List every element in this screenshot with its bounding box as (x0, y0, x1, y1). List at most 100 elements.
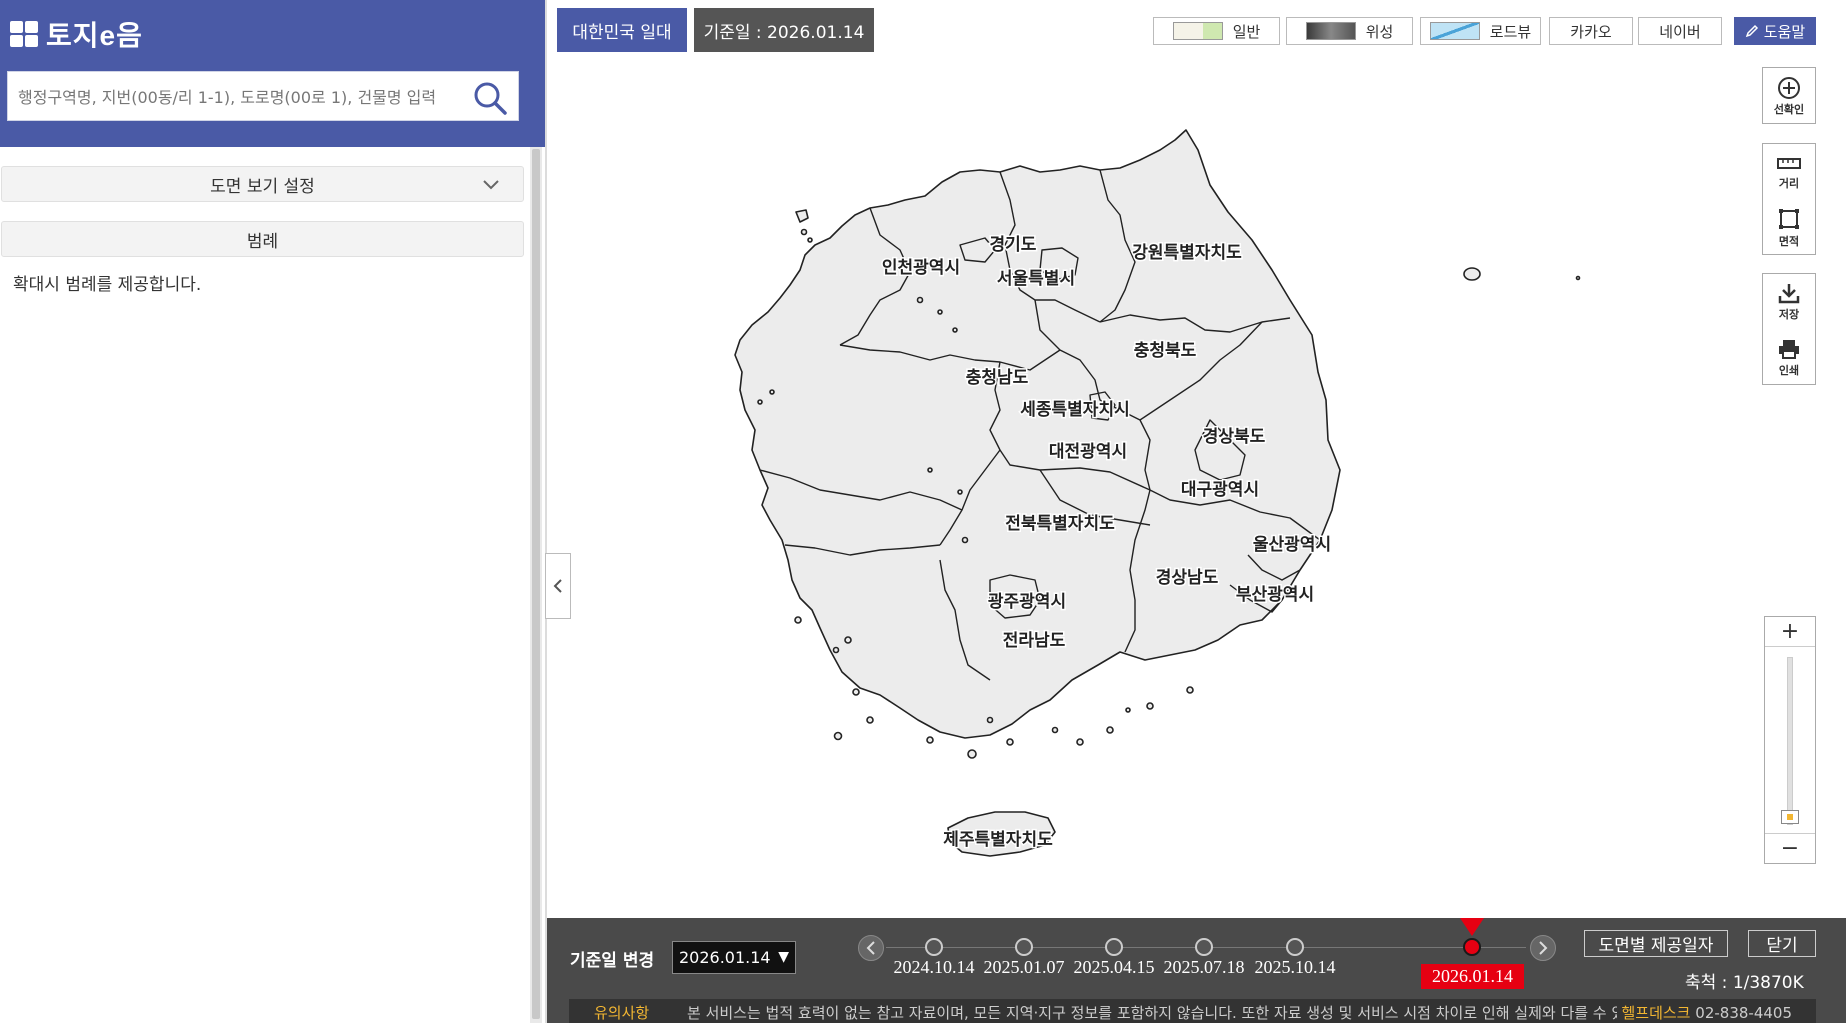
region-label[interactable]: 경상남도 (1154, 567, 1220, 590)
region-label[interactable]: 대구광역시 (1179, 479, 1260, 502)
timeline-dot[interactable] (1015, 938, 1033, 956)
search-button[interactable] (472, 80, 508, 116)
notice-bar: 유의사항 본 서비스는 법적 효력이 없는 참고 자료이며, 모든 지역·지구 … (569, 999, 1816, 1023)
ulleungdo-shape (1463, 267, 1481, 281)
roadview-map-thumb-icon (1429, 22, 1480, 40)
zoom-slider-track[interactable] (1787, 657, 1793, 825)
save-label: 저장 (1778, 308, 1800, 321)
timeline-dot[interactable] (1195, 938, 1213, 956)
view-settings-accordion[interactable]: 도면 보기 설정 (1, 166, 524, 202)
timeline-date[interactable]: 2024.10.14 (884, 957, 984, 978)
zoom-out-button[interactable]: − (1765, 833, 1815, 863)
measure-tool-group: 거리 면적 (1762, 143, 1816, 255)
scale-readout: 축척 : 1/3870K (1685, 973, 1804, 993)
save-tool[interactable]: 저장 (1763, 274, 1815, 330)
zoom-control: + − (1764, 616, 1816, 864)
helpdesk-contact[interactable]: 헬프데스크 02-838-4405 (1617, 1002, 1792, 1023)
left-panel: 토지e음 도면 보기 설정 범례 확대시 범례를 제공합니다. (0, 0, 545, 1023)
help-button[interactable]: 도움말 (1734, 17, 1816, 45)
chevron-left-icon (866, 941, 875, 955)
search-box (7, 71, 519, 121)
dokdo-shape (1575, 275, 1581, 281)
area-label: 면적 (1778, 235, 1800, 248)
chevron-left-icon (553, 579, 562, 593)
region-label[interactable]: 부산광역시 (1234, 584, 1315, 607)
legend-header[interactable]: 범례 (1, 221, 524, 257)
logo-mark-icon (10, 21, 38, 47)
region-label[interactable]: 경상북도 (1201, 426, 1267, 449)
chevron-down-icon (483, 180, 499, 190)
print-tool[interactable]: 인쇄 (1763, 330, 1815, 386)
timeline-date-active[interactable]: 2026.01.14 (1421, 964, 1524, 989)
pencil-icon (1745, 24, 1758, 38)
region-label[interactable]: 대전광역시 (1047, 441, 1128, 464)
help-label: 도움말 (1763, 22, 1806, 41)
timeline-date[interactable]: 2025.01.07 (974, 957, 1074, 978)
date-select[interactable]: 2026.01.14 ▼ (672, 941, 796, 974)
maptype-naver-button[interactable]: 네이버 (1638, 17, 1722, 45)
logo-text: 토지e음 (46, 20, 143, 51)
app-root: 토지e음 도면 보기 설정 범례 확대시 범례를 제공합니다. (0, 0, 1846, 1023)
helpdesk-number: 02-838-4405 (1695, 1004, 1792, 1022)
region-label[interactable]: 울산광역시 (1251, 534, 1332, 557)
region-label[interactable]: 서울특별시 (995, 268, 1076, 291)
timeline-dot[interactable] (1286, 938, 1304, 956)
close-button[interactable]: 닫기 (1748, 930, 1816, 957)
timeline-prev-button[interactable] (858, 935, 884, 961)
panel-scrollbar[interactable] (530, 147, 542, 1023)
region-label[interactable]: 제주특별자치도 (942, 829, 1055, 852)
notice-title: 유의사항 (594, 1004, 650, 1022)
maptype-basic-button[interactable]: 일반 (1153, 17, 1280, 45)
region-label[interactable]: 전북특별자치도 (1004, 513, 1117, 536)
scrollbar-thumb[interactable] (532, 149, 540, 1019)
region-label[interactable]: 세종특별자치시 (1019, 399, 1131, 422)
timeline-next-button[interactable] (1530, 935, 1556, 961)
collapse-panel-button[interactable] (545, 553, 571, 619)
line-check-label: 선확인 (1773, 102, 1805, 116)
area-tool[interactable]: 면적 (1763, 200, 1815, 256)
search-input[interactable] (18, 82, 468, 112)
region-label[interactable]: 강원특별자치도 (1131, 242, 1244, 265)
print-label: 인쇄 (1778, 364, 1800, 377)
zoom-in-button[interactable]: + (1765, 617, 1815, 647)
maptype-satellite-label: 위성 (1365, 22, 1394, 41)
area-square-icon (1779, 209, 1799, 229)
timeline-date[interactable]: 2025.07.18 (1154, 957, 1254, 978)
korea-map[interactable]: 경기도 인천광역시 서울특별시 강원특별자치도 충청북도 충청남도 세종특별자치… (547, 0, 1846, 918)
legend-message: 확대시 범례를 제공합니다. (13, 275, 202, 295)
timeline-dot[interactable] (1105, 938, 1123, 956)
region-label[interactable]: 광주광역시 (986, 591, 1067, 614)
change-date-label: 기준일 변경 (570, 951, 655, 971)
header-bar: 토지e음 (0, 0, 545, 147)
maptype-satellite-button[interactable]: 위성 (1286, 17, 1413, 45)
maptype-roadview-label: 로드뷰 (1489, 22, 1532, 41)
provide-dates-button[interactable]: 도면별 제공일자 (1584, 930, 1728, 957)
timeline-dot[interactable] (925, 938, 943, 956)
region-button[interactable]: 대한민국 일대 (557, 8, 687, 52)
baengnyeong-island-shape (795, 209, 809, 223)
timeline-date[interactable]: 2025.04.15 (1064, 957, 1164, 978)
logo[interactable]: 토지e음 (10, 14, 143, 54)
legend-label: 범례 (246, 231, 279, 252)
satellite-map-thumb-icon (1305, 22, 1356, 40)
timeline-dot-active[interactable] (1463, 938, 1481, 956)
distance-tool[interactable]: 거리 (1763, 144, 1815, 200)
map-canvas[interactable]: 경기도 인천광역시 서울특별시 강원특별자치도 충청북도 충청남도 세종특별자치… (547, 0, 1846, 918)
maptype-roadview-button[interactable]: 로드뷰 (1420, 17, 1541, 45)
download-icon (1778, 284, 1800, 304)
line-check-tool[interactable]: 선확인 (1762, 67, 1816, 124)
timeline-date[interactable]: 2025.10.14 (1245, 957, 1345, 978)
region-label[interactable]: 경기도 (988, 234, 1038, 257)
output-tool-group: 저장 인쇄 (1762, 273, 1816, 385)
region-label[interactable]: 충청북도 (1132, 339, 1198, 363)
zoom-slider-handle[interactable] (1781, 810, 1799, 824)
region-label[interactable]: 인천광역시 (880, 257, 961, 280)
maptype-kakao-button[interactable]: 카카오 (1549, 17, 1633, 45)
base-date-label: 기준일 : 2026.01.14 (694, 8, 874, 52)
dropdown-arrow-icon: ▼ (778, 949, 789, 965)
printer-icon (1779, 340, 1799, 359)
view-settings-label: 도면 보기 설정 (210, 176, 315, 197)
basic-map-thumb-icon (1172, 22, 1223, 40)
region-label[interactable]: 충청남도 (964, 366, 1030, 390)
region-label[interactable]: 전라남도 (1001, 630, 1067, 653)
